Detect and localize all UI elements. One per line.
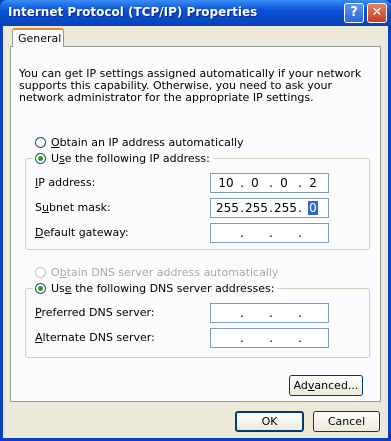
obtain-dns-auto-option[interactable]: Obtain DNS server address automatically bbox=[35, 265, 278, 279]
ip-address-label: IP address: bbox=[35, 176, 96, 189]
title-bar[interactable]: Internet Protocol (TCP/IP) Properties ? … bbox=[0, 0, 391, 26]
tab-general[interactable]: General bbox=[12, 28, 64, 47]
obtain-ip-auto-option[interactable]: Obtain an IP address automatically bbox=[35, 135, 244, 149]
cancel-button[interactable]: Cancel bbox=[313, 411, 380, 432]
alternate-dns-field[interactable]: . . . bbox=[210, 328, 329, 348]
use-following-ip-option[interactable]: Use the following IP address: bbox=[33, 151, 213, 165]
use-following-dns-label: Use the following DNS server addresses: bbox=[51, 281, 275, 295]
default-gateway-field[interactable]: . . . bbox=[210, 223, 329, 243]
intro-text: You can get IP settings assigned automat… bbox=[19, 67, 362, 104]
octet-separator: . bbox=[298, 226, 302, 240]
advanced-button[interactable]: Advanced... bbox=[289, 375, 363, 396]
window-title: Internet Protocol (TCP/IP) Properties bbox=[8, 5, 258, 19]
obtain-ip-auto-radio[interactable] bbox=[35, 136, 46, 148]
preferred-dns-label: Preferred DNS server: bbox=[35, 306, 155, 319]
use-following-ip-radio[interactable] bbox=[35, 152, 46, 164]
dialog-window: Internet Protocol (TCP/IP) Properties ? … bbox=[0, 0, 391, 441]
subnet-mask-field[interactable]: 255 . 255 . 255 . 0 bbox=[210, 198, 329, 218]
ok-button[interactable]: OK bbox=[235, 411, 304, 432]
dialog-client-area: General You can get IP settings assigned… bbox=[3, 26, 388, 438]
help-button[interactable]: ? bbox=[344, 3, 364, 23]
alternate-dns-label: Alternate DNS server: bbox=[35, 331, 155, 344]
use-following-dns-option[interactable]: Use the following DNS server addresses: bbox=[33, 281, 278, 295]
ip-address-field[interactable]: 10 . 0 . 0 . 2 bbox=[210, 173, 329, 193]
mask-octet-4-selected: 0 bbox=[308, 201, 318, 215]
use-following-ip-label: Use the following IP address: bbox=[51, 151, 210, 165]
mask-octet-3: 255 bbox=[274, 201, 297, 215]
preferred-dns-field[interactable]: . . . bbox=[210, 303, 329, 323]
obtain-ip-auto-label: Obtain an IP address automatically bbox=[51, 135, 244, 149]
default-gateway-label: Default gateway: bbox=[35, 226, 129, 239]
octet-separator: . bbox=[269, 306, 273, 320]
octet-separator: . bbox=[240, 306, 244, 320]
octet-separator: . bbox=[269, 226, 273, 240]
obtain-dns-auto-label: Obtain DNS server address automatically bbox=[51, 265, 279, 279]
octet-separator: . bbox=[240, 226, 244, 240]
close-button[interactable]: ✕ bbox=[367, 3, 387, 23]
subnet-mask-label: Subnet mask: bbox=[35, 201, 111, 214]
mask-octet-2: 255 bbox=[245, 201, 268, 215]
octet-separator: . bbox=[269, 331, 273, 345]
use-following-dns-radio[interactable] bbox=[35, 282, 46, 294]
octet-separator: . bbox=[298, 331, 302, 345]
general-tab-panel: You can get IP settings assigned automat… bbox=[10, 46, 381, 402]
ip-octet-3: 0 bbox=[280, 176, 288, 190]
octet-separator: . bbox=[298, 306, 302, 320]
obtain-dns-auto-radio[interactable] bbox=[35, 266, 46, 278]
tab-general-label: General bbox=[18, 32, 62, 45]
octet-separator: . bbox=[240, 331, 244, 345]
mask-octet-1: 255 bbox=[216, 201, 239, 215]
ip-octet-4: 2 bbox=[309, 176, 317, 190]
ip-octet-2: 0 bbox=[251, 176, 259, 190]
octet-separator: . bbox=[298, 201, 302, 215]
ip-octet-1: 10 bbox=[218, 176, 234, 190]
